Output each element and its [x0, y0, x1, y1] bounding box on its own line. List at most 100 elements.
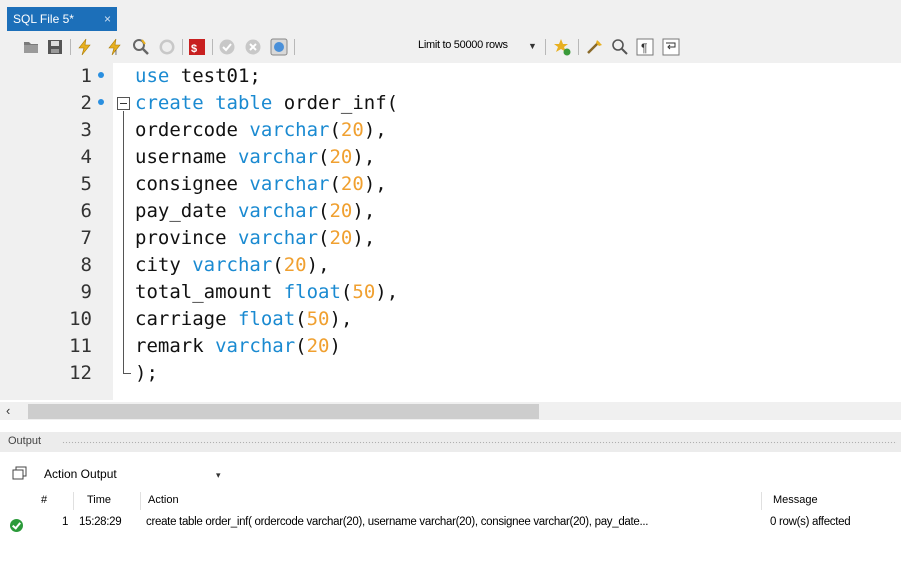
column-name: total_amount	[135, 281, 284, 303]
type-length: 50	[306, 308, 330, 330]
column-header-time[interactable]: Time	[87, 494, 111, 506]
code-text: ),	[375, 281, 399, 303]
line-number: 9	[80, 281, 92, 303]
type-length: 20	[329, 200, 353, 222]
code-line[interactable]: 9 total_amount float(50),	[0, 279, 901, 306]
statement-marker-icon	[98, 72, 104, 78]
stop-icon[interactable]	[158, 38, 176, 56]
line-number: 1	[80, 65, 92, 87]
toolbar-separator	[182, 39, 183, 55]
code-line[interactable]: 2 create table order_inf(	[0, 90, 901, 117]
svg-text:$: $	[191, 43, 197, 55]
paren: (	[318, 146, 330, 168]
line-number: 4	[80, 146, 92, 168]
code-line[interactable]: 3 ordercode varchar(20),	[0, 117, 901, 144]
fold-toggle-icon[interactable]	[117, 97, 130, 110]
save-icon[interactable]	[46, 38, 64, 56]
toolbar-separator	[545, 39, 546, 55]
data-type: float	[283, 281, 341, 303]
scroll-left-icon[interactable]: ‹	[6, 403, 10, 418]
tab-sql-file[interactable]: SQL File 5* ×	[7, 7, 117, 31]
column-name: username	[135, 146, 238, 168]
explain-icon[interactable]	[132, 38, 150, 56]
code-text: );	[135, 362, 158, 384]
column-name: province	[135, 227, 238, 249]
output-type-select[interactable]: Action Output	[44, 467, 117, 481]
line-number: 6	[80, 200, 92, 222]
output-toolbar: Action Output ▾	[0, 452, 901, 492]
paren: (	[340, 281, 353, 303]
find-icon[interactable]	[611, 38, 629, 56]
paren: (	[318, 200, 330, 222]
type-length: 20	[340, 173, 364, 195]
data-type: float	[237, 308, 296, 330]
type-length: 20	[329, 227, 353, 249]
code-line[interactable]: 10 carriage float(50),	[0, 306, 901, 333]
column-name: consignee	[135, 173, 250, 195]
code-line[interactable]: 12 );	[0, 360, 901, 387]
toolbar-separator	[212, 39, 213, 55]
code-text: )	[329, 335, 341, 357]
row-time: 15:28:29	[79, 516, 122, 528]
line-number: 8	[80, 254, 92, 276]
code-line[interactable]: 11 remark varchar(20)	[0, 333, 901, 360]
line-number: 5	[80, 173, 92, 195]
code-line[interactable]: 4 username varchar(20),	[0, 144, 901, 171]
panel-grip[interactable]	[62, 441, 897, 444]
limit-rows-select[interactable]: Limit to 50000 rows	[418, 39, 508, 51]
type-length: 20	[340, 119, 364, 141]
table-row[interactable]: 1 15:28:29 create table order_inf( order…	[0, 512, 901, 534]
statement-marker-icon	[98, 99, 104, 105]
column-divider[interactable]	[140, 492, 141, 510]
keyword: create table	[135, 92, 273, 114]
data-type: varchar	[237, 227, 319, 249]
invisible-chars-icon[interactable]: ¶	[636, 38, 654, 56]
code-text: ),	[363, 119, 387, 141]
line-number: 7	[80, 227, 92, 249]
column-name: remark	[135, 335, 216, 357]
paren: (	[329, 173, 341, 195]
autocommit-icon[interactable]	[270, 38, 288, 56]
code-text: ),	[352, 200, 376, 222]
column-header-num[interactable]: #	[41, 494, 47, 506]
commit-icon[interactable]	[218, 38, 236, 56]
code-line[interactable]: 7 province varchar(20),	[0, 225, 901, 252]
execute-current-icon[interactable]: I	[106, 38, 124, 56]
column-header-message[interactable]: Message	[773, 494, 818, 506]
type-length: 50	[352, 281, 376, 303]
word-wrap-icon[interactable]	[662, 38, 680, 56]
code-line[interactable]: 5 consignee varchar(20),	[0, 171, 901, 198]
copy-icon[interactable]	[12, 466, 28, 480]
code-line[interactable]: 8 city varchar(20),	[0, 252, 901, 279]
code-text: ),	[306, 254, 330, 276]
type-length: 20	[329, 146, 353, 168]
code-line[interactable]: 6 pay_date varchar(20),	[0, 198, 901, 225]
output-table-header: # Time Action Message	[0, 492, 901, 510]
data-type: varchar	[237, 146, 319, 168]
toolbar-separator	[294, 39, 295, 55]
chevron-down-icon[interactable]: ▼	[528, 41, 537, 51]
code-text: order_inf(	[272, 92, 399, 114]
code-text: ),	[363, 173, 387, 195]
code-text: ),	[329, 308, 353, 330]
column-divider[interactable]	[73, 492, 74, 510]
close-tab-icon[interactable]: ×	[104, 7, 111, 31]
column-divider[interactable]	[761, 492, 762, 510]
row-message: 0 row(s) affected	[770, 516, 851, 528]
open-folder-icon[interactable]	[22, 38, 40, 56]
sql-editor[interactable]: 1 use test01; 2 create table order_inf( …	[0, 63, 901, 400]
scrollbar-thumb[interactable]	[28, 404, 539, 419]
data-type: varchar	[192, 254, 273, 276]
beautify-icon[interactable]	[586, 38, 604, 56]
horizontal-scrollbar[interactable]: ‹	[0, 402, 901, 420]
execute-icon[interactable]	[76, 38, 94, 56]
chevron-down-icon[interactable]: ▾	[216, 470, 221, 481]
code-line[interactable]: 1 use test01;	[0, 63, 901, 90]
toolbar-separator	[70, 39, 71, 55]
column-header-action[interactable]: Action	[148, 494, 179, 506]
line-number: 3	[80, 119, 92, 141]
rollback-icon[interactable]	[244, 38, 262, 56]
toggle-error-icon[interactable]: $	[188, 38, 206, 56]
paren: (	[272, 254, 284, 276]
bookmark-icon[interactable]	[553, 38, 571, 56]
